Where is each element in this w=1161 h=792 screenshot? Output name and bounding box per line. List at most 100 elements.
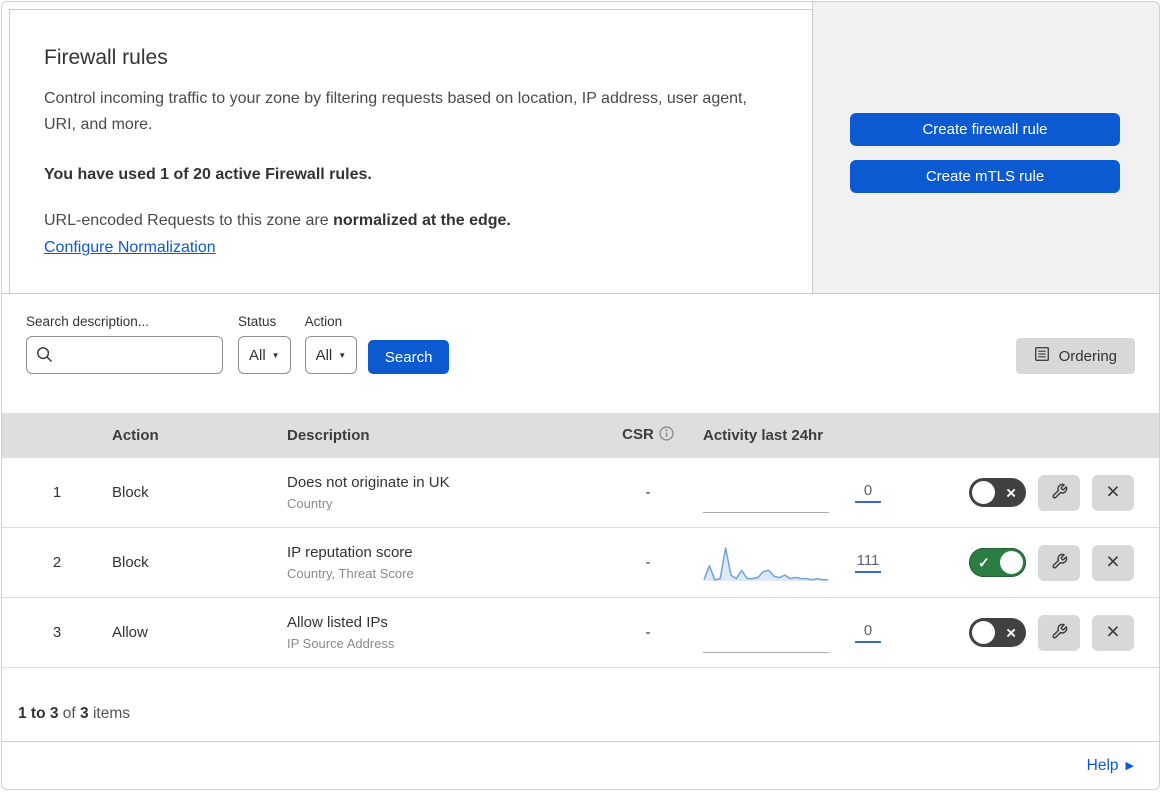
normalization-bold: normalized at the edge. — [333, 212, 511, 229]
intro-card: Firewall rules Control incoming traffic … — [9, 9, 813, 293]
rule-priority: 2 — [52, 554, 62, 571]
close-icon: × — [1106, 548, 1120, 574]
rule-enabled-toggle[interactable]: ×✓ — [969, 548, 1026, 577]
rule-action: Block — [112, 484, 149, 501]
status-filter-group: Status All ▼ — [238, 314, 291, 374]
rule-fields: IP Source Address — [287, 636, 395, 651]
ordering-button[interactable]: Ordering — [1015, 338, 1135, 374]
close-icon: × — [1106, 618, 1120, 644]
rule-fields: Country, Threat Score — [287, 566, 414, 581]
rule-activity-cell: 0 — [703, 613, 928, 653]
page-description: Control incoming traffic to your zone by… — [44, 90, 747, 133]
delete-rule-button[interactable]: × — [1092, 474, 1134, 511]
csr-header-label: CSR — [622, 426, 654, 443]
rule-csr: - — [645, 624, 651, 641]
toggle-x-icon: × — [1006, 483, 1016, 502]
rule-controls: ×✓ × — [928, 474, 1159, 511]
chevron-down-icon: ▼ — [338, 350, 347, 360]
rule-description-cell: Does not originate in UK Country — [287, 474, 593, 511]
delete-rule-button[interactable]: × — [1092, 614, 1134, 651]
page-title: Firewall rules — [44, 46, 168, 69]
rule-title: Allow listed IPs — [287, 614, 388, 631]
help-arrow-icon: ▶ — [1125, 760, 1134, 772]
status-label: Status — [238, 314, 277, 329]
table-row: 3 Allow Allow listed IPs IP Source Addre… — [2, 598, 1159, 668]
info-icon[interactable] — [659, 426, 674, 445]
status-dropdown[interactable]: All ▼ — [238, 336, 291, 374]
search-button[interactable]: Search — [368, 340, 450, 374]
rule-activity-cell: 0 — [703, 473, 928, 513]
pagination-total: 3 — [80, 705, 89, 722]
create-mtls-rule-button[interactable]: Create mTLS rule — [850, 160, 1120, 193]
pagination-summary: 1 to 3 of 3 items — [2, 668, 1159, 741]
configure-normalization-link[interactable]: Configure Normalization — [44, 239, 216, 257]
chevron-down-icon: ▼ — [271, 350, 280, 360]
rule-title: Does not originate in UK — [287, 474, 450, 491]
rule-action: Allow — [112, 624, 148, 641]
help-bar: Help ▶ — [2, 741, 1159, 789]
help-label: Help — [1086, 756, 1119, 774]
action-dropdown[interactable]: All ▼ — [304, 336, 358, 374]
filter-bar: Search description... Status All ▼ Action… — [2, 294, 1159, 413]
csr-column-header: CSR — [593, 426, 703, 445]
activity-count-link[interactable]: 0 — [855, 482, 881, 503]
normalization-note: URL-encoded Requests to this zone are no… — [44, 212, 776, 230]
action-value: All — [315, 346, 333, 364]
rule-priority: 1 — [52, 484, 62, 501]
edit-rule-button[interactable] — [1038, 474, 1080, 511]
rule-controls: ×✓ × — [928, 614, 1159, 651]
table-row: 1 Block Does not originate in UK Country… — [2, 458, 1159, 528]
delete-rule-button[interactable]: × — [1092, 544, 1134, 581]
table-header-row: Action Description CSR Activity last 24h… — [2, 413, 1159, 458]
usage-summary: You have used 1 of 20 active Firewall ru… — [44, 166, 372, 183]
rule-title: IP reputation score — [287, 544, 413, 561]
activity-count-link[interactable]: 111 — [855, 552, 881, 573]
pagination-of: of — [58, 705, 81, 722]
rule-description-cell: IP reputation score Country, Threat Scor… — [287, 544, 593, 581]
create-firewall-rule-button[interactable]: Create firewall rule — [850, 113, 1120, 146]
toggle-x-icon: × — [1006, 623, 1016, 642]
rule-csr: - — [645, 484, 651, 501]
rule-description-cell: Allow listed IPs IP Source Address — [287, 614, 593, 651]
edit-rule-button[interactable] — [1038, 544, 1080, 581]
rule-csr: - — [645, 554, 651, 571]
search-group: Search description... — [26, 314, 223, 374]
rule-controls: ×✓ × — [928, 544, 1159, 581]
rule-action: Block — [112, 554, 149, 571]
search-label: Search description... — [26, 314, 150, 329]
rule-priority: 3 — [52, 624, 62, 641]
toggle-knob — [972, 621, 995, 644]
help-link[interactable]: Help ▶ — [1087, 757, 1134, 775]
action-filter-group: Action All ▼ — [304, 314, 358, 374]
page-header-section: Create firewall rule Create mTLS rule Fi… — [2, 2, 1159, 294]
header-actions-panel: Create firewall rule Create mTLS rule — [812, 2, 1159, 293]
wrench-icon — [1051, 483, 1068, 503]
activity-sparkline-flat — [703, 473, 829, 513]
activity-count-link[interactable]: 0 — [855, 622, 881, 643]
action-column-header: Action — [112, 427, 159, 444]
pagination-items: items — [88, 705, 130, 722]
wrench-icon — [1051, 623, 1068, 643]
search-icon — [36, 346, 53, 368]
table-row: 2 Block IP reputation score Country, Thr… — [2, 528, 1159, 598]
activity-sparkline-flat — [703, 613, 829, 653]
close-icon: × — [1106, 478, 1120, 504]
toggle-knob — [1000, 551, 1023, 574]
normalization-text: URL-encoded Requests to this zone are — [44, 212, 334, 229]
pagination-range: 1 to 3 — [18, 705, 59, 722]
ordering-button-label: Ordering — [1058, 347, 1117, 365]
toggle-check-icon: ✓ — [978, 554, 990, 570]
description-column-header: Description — [287, 427, 370, 444]
rule-activity-cell: 111 — [703, 543, 928, 583]
status-value: All — [249, 346, 266, 364]
activity-sparkline — [703, 546, 828, 581]
rule-fields: Country — [287, 496, 333, 511]
edit-rule-button[interactable] — [1038, 614, 1080, 651]
search-input[interactable] — [26, 336, 223, 374]
rule-enabled-toggle[interactable]: ×✓ — [969, 478, 1026, 507]
action-label: Action — [304, 314, 343, 329]
wrench-icon — [1051, 553, 1068, 573]
ordering-list-icon — [1034, 346, 1050, 366]
toggle-knob — [972, 481, 995, 504]
rule-enabled-toggle[interactable]: ×✓ — [969, 618, 1026, 647]
